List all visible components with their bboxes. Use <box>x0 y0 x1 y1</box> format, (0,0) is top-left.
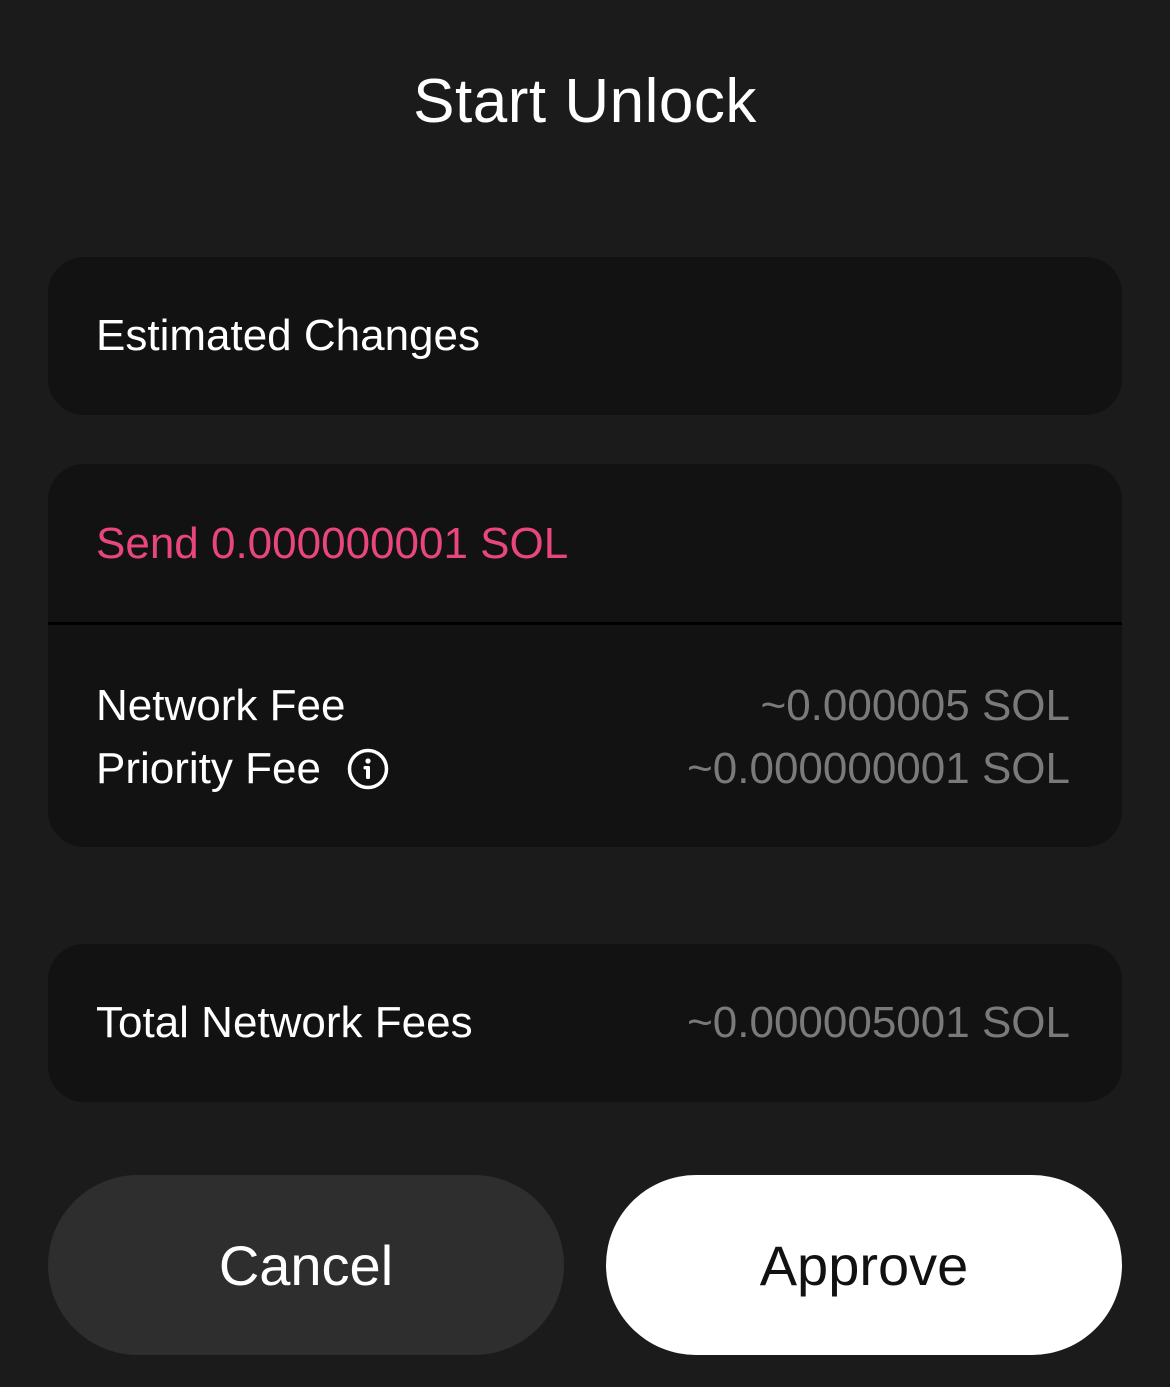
priority-fee-value: ~0.000000001 SOL <box>687 744 1070 793</box>
priority-fee-row: Priority Fee ~0.000000001 SOL <box>96 741 1070 797</box>
estimated-changes-card: Estimated Changes <box>48 257 1122 415</box>
network-fee-label: Network Fee <box>96 678 345 734</box>
total-fees-card: Total Network Fees ~0.000005001 SOL <box>48 944 1122 1102</box>
start-unlock-screen: Start Unlock Estimated Changes Send 0.00… <box>0 0 1170 1387</box>
priority-fee-label-text: Priority Fee <box>96 744 321 793</box>
approve-button[interactable]: Approve <box>606 1175 1122 1355</box>
divider <box>48 622 1122 625</box>
cancel-button[interactable]: Cancel <box>48 1175 564 1355</box>
network-fee-value: ~0.000005 SOL <box>760 681 1070 730</box>
info-icon[interactable] <box>347 748 389 790</box>
total-fees-row: Total Network Fees ~0.000005001 SOL <box>96 995 1070 1051</box>
send-amount: Send 0.000000001 SOL <box>96 519 569 568</box>
page-title: Start Unlock <box>413 67 757 136</box>
total-fees-value: ~0.000005001 SOL <box>687 998 1070 1047</box>
total-fees-label: Total Network Fees <box>96 998 473 1047</box>
priority-fee-label: Priority Fee <box>96 741 389 797</box>
network-fee-row: Network Fee ~0.000005 SOL <box>96 678 1070 734</box>
estimated-changes-label: Estimated Changes <box>96 311 480 360</box>
network-fee-label-text: Network Fee <box>96 681 346 730</box>
transaction-details-card: Send 0.000000001 SOL Network Fee ~0.0000… <box>48 464 1122 847</box>
